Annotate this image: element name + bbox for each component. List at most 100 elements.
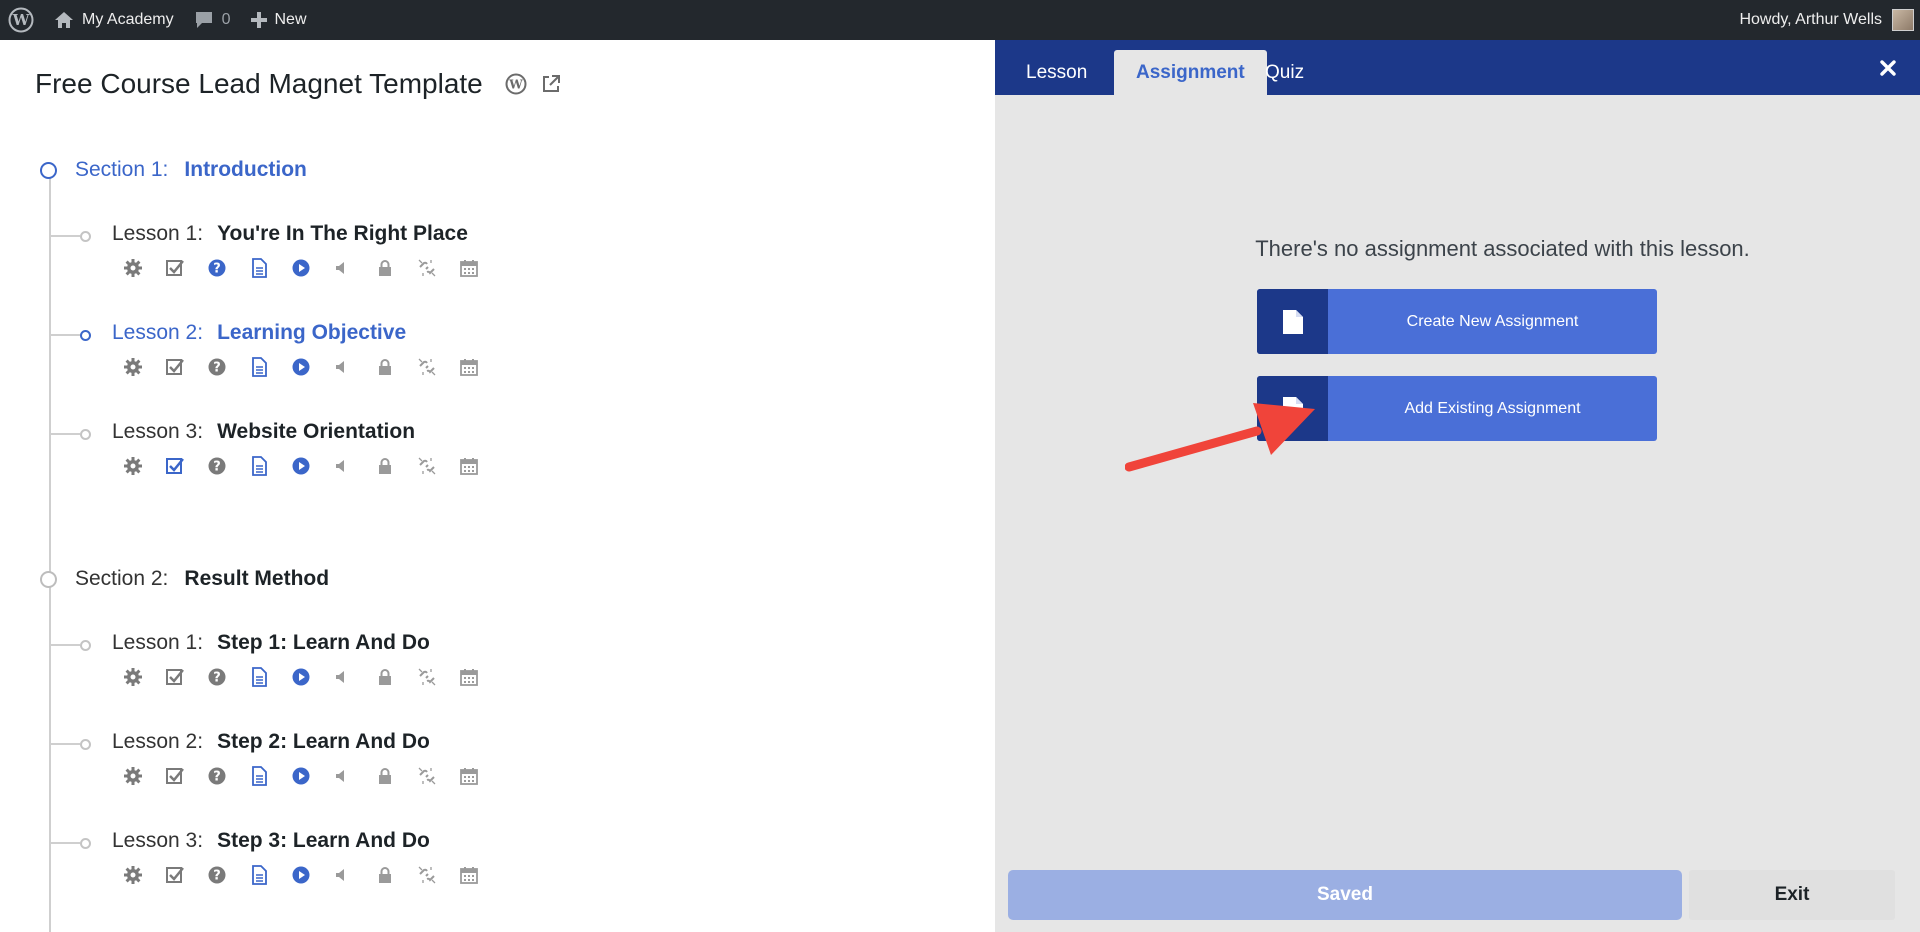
document-icon[interactable] <box>249 258 269 278</box>
lock-icon[interactable] <box>375 766 395 786</box>
question-icon[interactable]: ? <box>207 456 227 476</box>
lesson-title[interactable]: Lesson 2: Step 2: Learn And Do <box>112 730 430 754</box>
lesson-title[interactable]: Lesson 1: You're In The Right Place <box>112 222 468 246</box>
section-dot <box>40 570 57 588</box>
lesson-label: Lesson 1: <box>112 631 204 654</box>
gear-icon[interactable] <box>123 766 143 786</box>
play-icon[interactable] <box>291 865 311 885</box>
document-icon[interactable] <box>249 667 269 687</box>
document-icon[interactable] <box>249 766 269 786</box>
exit-button[interactable]: Exit <box>1689 870 1895 920</box>
gear-icon[interactable] <box>123 865 143 885</box>
exit-label: Exit <box>1774 884 1810 905</box>
create-new-assignment-button[interactable]: Create New Assignment <box>1257 289 1657 354</box>
audio-icon[interactable] <box>333 667 353 687</box>
wordpress-logo-button[interactable]: W <box>0 0 44 40</box>
document-icon[interactable] <box>249 865 269 885</box>
audio-icon[interactable] <box>333 865 353 885</box>
play-icon[interactable] <box>291 456 311 476</box>
question-icon[interactable]: ? <box>207 667 227 687</box>
unlink-icon[interactable] <box>417 456 437 476</box>
calendar-icon[interactable] <box>459 258 479 278</box>
checkbox-icon[interactable] <box>165 357 185 377</box>
svg-text:?: ? <box>213 460 221 475</box>
tab-lesson[interactable]: Lesson <box>1004 50 1109 95</box>
lesson-name: Learning Objective <box>217 321 407 344</box>
calendar-icon[interactable] <box>459 357 479 377</box>
lesson-title[interactable]: Lesson 2: Learning Objective <box>112 321 406 345</box>
unlink-icon[interactable] <box>417 766 437 786</box>
checkbox-icon[interactable] <box>165 766 185 786</box>
checkbox-icon[interactable] <box>165 667 185 687</box>
audio-icon[interactable] <box>333 357 353 377</box>
section-dot <box>40 161 57 179</box>
section-2[interactable]: Section 2: Result Method <box>40 567 329 591</box>
section-name: Result Method <box>184 567 330 590</box>
gear-icon[interactable] <box>123 667 143 687</box>
lock-icon[interactable] <box>375 258 395 278</box>
question-icon[interactable]: ? <box>207 865 227 885</box>
lesson-title[interactable]: Lesson 3: Step 3: Learn And Do <box>112 829 430 853</box>
unlink-icon[interactable] <box>417 258 437 278</box>
lesson-title[interactable]: Lesson 1: Step 1: Learn And Do <box>112 631 430 655</box>
lesson-dot <box>80 838 91 849</box>
unlink-icon[interactable] <box>417 667 437 687</box>
lock-icon[interactable] <box>375 865 395 885</box>
document-icon[interactable] <box>249 456 269 476</box>
lesson-branch <box>50 644 80 646</box>
gear-icon[interactable] <box>123 456 143 476</box>
audio-icon[interactable] <box>333 766 353 786</box>
play-icon[interactable] <box>291 667 311 687</box>
gear-icon[interactable] <box>123 357 143 377</box>
add-existing-assignment-label: Add Existing Assignment <box>1404 399 1581 417</box>
lesson-label: Lesson 1: <box>112 222 204 245</box>
play-icon[interactable] <box>291 766 311 786</box>
lock-icon[interactable] <box>375 456 395 476</box>
play-icon[interactable] <box>291 357 311 377</box>
calendar-icon[interactable] <box>459 865 479 885</box>
checkbox-icon[interactable] <box>165 258 185 278</box>
audio-icon[interactable] <box>333 258 353 278</box>
svg-text:?: ? <box>213 671 221 686</box>
checkbox-icon[interactable] <box>165 865 185 885</box>
tab-quiz[interactable]: Quiz <box>1243 50 1326 95</box>
unlink-icon[interactable] <box>417 865 437 885</box>
lock-icon[interactable] <box>375 357 395 377</box>
lesson-name: You're In The Right Place <box>217 222 468 245</box>
lesson-title[interactable]: Lesson 3: Website Orientation <box>112 420 415 444</box>
account-menu[interactable]: Howdy, Arthur Wells <box>1739 9 1920 31</box>
close-button[interactable] <box>1878 58 1898 78</box>
lesson-actions: ? <box>123 766 501 786</box>
new-content-button[interactable]: New <box>241 0 317 40</box>
calendar-icon[interactable] <box>459 667 479 687</box>
saved-button[interactable]: Saved <box>1008 870 1682 920</box>
lesson-label: Lesson 2: <box>112 730 204 753</box>
svg-text:?: ? <box>213 869 221 884</box>
wordpress-edit-icon[interactable]: W <box>505 73 527 95</box>
play-icon[interactable] <box>291 258 311 278</box>
question-icon[interactable]: ? <box>207 766 227 786</box>
unlink-icon[interactable] <box>417 357 437 377</box>
greeting: Howdy, Arthur Wells <box>1739 11 1882 28</box>
gear-icon[interactable] <box>123 258 143 278</box>
calendar-icon[interactable] <box>459 456 479 476</box>
lesson-name: Step 3: Learn And Do <box>217 829 430 852</box>
audio-icon[interactable] <box>333 456 353 476</box>
question-icon[interactable]: ? <box>207 258 227 278</box>
tab-assignment-label: Assignment <box>1136 61 1245 83</box>
lock-icon[interactable] <box>375 667 395 687</box>
calendar-icon[interactable] <box>459 766 479 786</box>
checkbox-icon[interactable] <box>165 456 185 476</box>
comments-link[interactable]: 0 <box>184 0 241 40</box>
site-name-link[interactable]: My Academy <box>44 0 184 40</box>
lesson-actions: ? <box>123 258 501 278</box>
lesson-dot <box>80 429 91 440</box>
document-icon[interactable] <box>249 357 269 377</box>
lesson-branch <box>50 235 80 237</box>
lesson-dot <box>80 231 91 242</box>
section-1[interactable]: Section 1: Introduction <box>40 158 307 182</box>
external-link-icon[interactable] <box>541 74 561 94</box>
svg-text:?: ? <box>213 770 221 785</box>
lesson-branch <box>50 743 80 745</box>
question-icon[interactable]: ? <box>207 357 227 377</box>
